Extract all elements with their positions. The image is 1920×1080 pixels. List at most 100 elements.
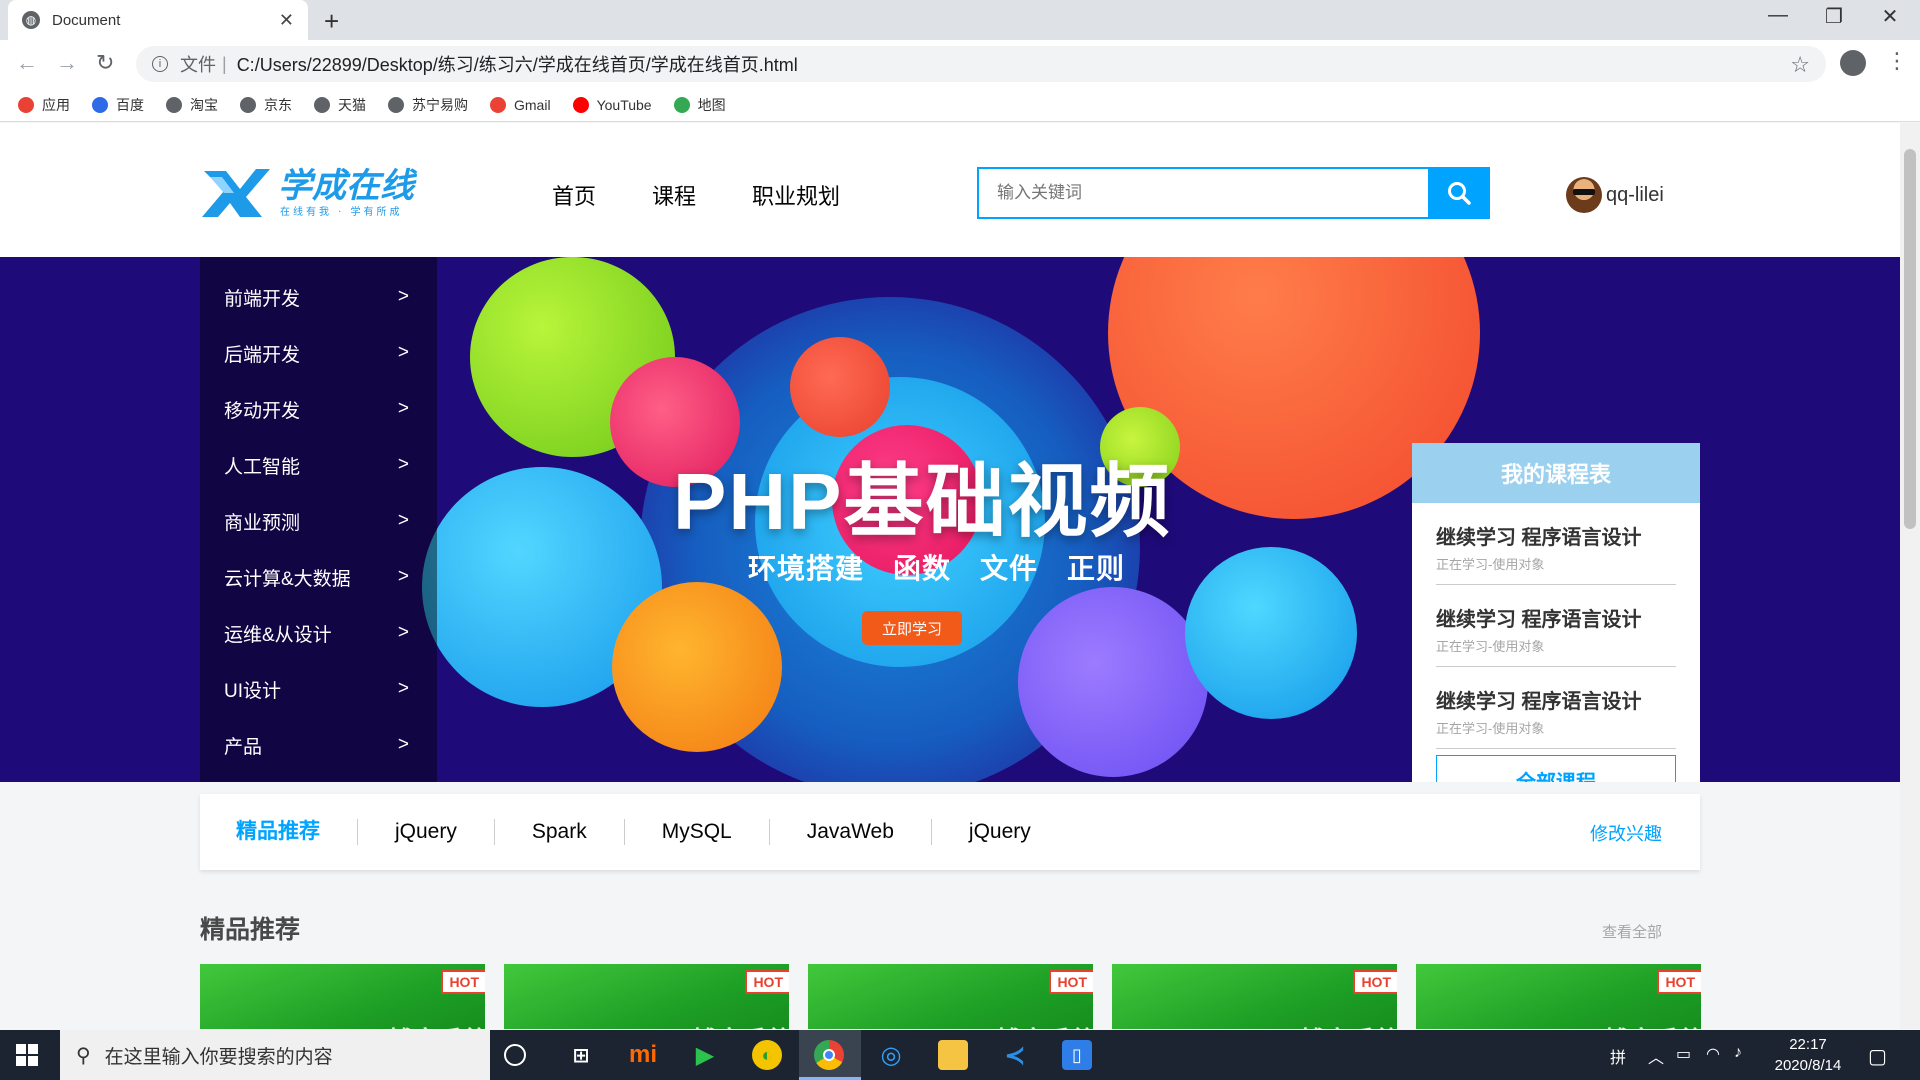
globe-icon xyxy=(388,96,404,113)
page-scrollbar[interactable] xyxy=(1900,123,1920,1029)
course-card-title: Think PHP 5.0博客系统实战 xyxy=(824,1020,1093,1029)
course-card[interactable]: HOT Think PHP 5.0博客系统实战 xyxy=(504,964,789,1029)
category-item-2[interactable]: 移动开发 > xyxy=(200,381,437,437)
globe-icon xyxy=(240,96,256,113)
course-list-item[interactable]: 继续学习 程序语言设计 正在学习-使用对象 xyxy=(1436,503,1676,585)
bookmark-5[interactable]: 苏宁易购 xyxy=(388,95,468,115)
network-icon[interactable]: ◠ xyxy=(1706,1044,1720,1064)
minimize-button[interactable]: — xyxy=(1758,4,1798,27)
course-card[interactable]: HOT Think PHP 5.0博客系统实战 xyxy=(1416,964,1701,1029)
category-item-4[interactable]: 商业预测 > xyxy=(200,493,437,549)
edit-interests-link[interactable]: 修改兴趣 xyxy=(1590,820,1662,846)
paw-icon xyxy=(92,96,108,113)
bookmark-0[interactable]: 应用 xyxy=(18,95,70,115)
user-profile[interactable]: qq-lilei xyxy=(1566,177,1664,213)
browser-toolbar: ← → ↻ i 文件 | C:/Users/22899/Desktop/练习/练… xyxy=(0,40,1920,88)
globe-icon xyxy=(314,96,330,113)
course-item-title: 继续学习 程序语言设计 xyxy=(1436,691,1642,713)
nav-home[interactable]: 首页 xyxy=(552,179,596,211)
reload-button[interactable]: ↻ xyxy=(96,50,114,76)
clock-time: 22:17 xyxy=(1789,1036,1827,1053)
logo-text: 学成在线 xyxy=(278,166,418,206)
bookmark-3[interactable]: 京东 xyxy=(240,95,292,115)
category-item-5[interactable]: 云计算&大数据 > xyxy=(200,549,437,605)
logo-tagline: 在线有我 · 学有所成 xyxy=(280,205,403,218)
phone-app-icon[interactable]: ▯ xyxy=(1062,1040,1092,1070)
close-window-button[interactable]: ✕ xyxy=(1870,4,1910,29)
tab-jquery[interactable]: jQuery xyxy=(357,819,494,845)
tab-featured[interactable]: 精品推荐 xyxy=(236,819,357,845)
back-button[interactable]: ← xyxy=(16,50,38,76)
course-cards: HOT Think PHP 5.0博客系统实战 HOT Think PHP 5.0博客… xyxy=(200,964,1720,1029)
course-card[interactable]: HOT Think PHP 5.0博客系统实战 xyxy=(808,964,1093,1029)
bookmark-8[interactable]: 地图 xyxy=(673,95,726,115)
category-item-8[interactable]: 产品 > xyxy=(200,717,437,773)
category-item-0[interactable]: 前端开发 > xyxy=(200,269,437,325)
file-explorer-icon[interactable] xyxy=(938,1040,968,1070)
browser-tab[interactable]: ◍ Document ✕ xyxy=(8,0,308,40)
bookmark-4[interactable]: 天猫 xyxy=(314,95,366,115)
hero-banner[interactable]: 前端开发 > 后端开发 > 移动开发 > 人工智能 > 商业预测 > 云计算&大数据 > 运维&从设计 >… xyxy=(0,257,1900,782)
tray-expand-icon[interactable]: ︿ xyxy=(1648,1044,1664,1068)
battery-icon[interactable]: ▭ xyxy=(1676,1044,1691,1064)
course-list-item[interactable]: 继续学习 程序语言设计 正在学习-使用对象 xyxy=(1436,585,1676,667)
task-view-icon[interactable]: ⊞ xyxy=(566,1040,596,1070)
start-learning-button[interactable]: 立即学习 xyxy=(862,611,962,645)
maps-icon xyxy=(673,96,690,113)
ime-indicator[interactable]: 拼 xyxy=(1610,1044,1626,1068)
category-item-6[interactable]: 运维&从设计 > xyxy=(200,605,437,661)
bookmark-7[interactable]: YouTube xyxy=(572,96,652,113)
video-player-icon[interactable]: ▶ xyxy=(690,1040,720,1070)
vscode-icon[interactable]: ≺ xyxy=(1000,1040,1030,1070)
course-card[interactable]: HOT Think PHP 5.0博客系统实战 xyxy=(1112,964,1397,1029)
bookmark-star-icon[interactable]: ☆ xyxy=(1790,52,1810,78)
mi-app-icon[interactable]: mi xyxy=(628,1040,658,1070)
bookmark-label: Gmail xyxy=(514,96,551,113)
cortana-icon[interactable] xyxy=(504,1044,526,1066)
tab-javaweb[interactable]: JavaWeb xyxy=(768,819,931,845)
search-input[interactable] xyxy=(977,167,1428,219)
bookmark-6[interactable]: Gmail xyxy=(490,96,551,113)
hot-badge: HOT xyxy=(745,970,789,994)
category-item-1[interactable]: 后端开发 > xyxy=(200,325,437,381)
nav-courses[interactable]: 课程 xyxy=(652,179,696,211)
tab-close-icon[interactable]: ✕ xyxy=(279,10,294,31)
scrollbar-thumb[interactable] xyxy=(1904,149,1916,529)
tab-mysql[interactable]: MySQL xyxy=(623,819,769,845)
restore-button[interactable]: ❐ xyxy=(1814,4,1854,29)
site-logo[interactable]: 学成在线 在线有我 · 学有所成 xyxy=(200,163,445,219)
tab-jquery-2[interactable]: jQuery xyxy=(930,819,1068,845)
browser-app-icon[interactable]: ◎ xyxy=(876,1040,906,1070)
course-card[interactable]: HOT Think PHP 5.0博客系统实战 xyxy=(200,964,485,1029)
view-all-link[interactable]: 查看全部 xyxy=(1602,921,1662,942)
taskbar-search[interactable]: ⚲ 在这里输入你要搜索的内容 xyxy=(60,1030,490,1080)
course-card-title: Think PHP 5.0博客系统实战 xyxy=(1128,1020,1397,1029)
profile-icon[interactable] xyxy=(1840,50,1866,76)
chrome-icon[interactable] xyxy=(814,1040,844,1070)
url-text: C:/Users/22899/Desktop/练习/练习六/学成在线首页/学成在… xyxy=(236,55,798,75)
course-list-item[interactable]: 继续学习 程序语言设计 正在学习-使用对象 xyxy=(1436,667,1676,749)
all-courses-button[interactable]: 全部课程 xyxy=(1436,755,1676,782)
search-icon xyxy=(1448,182,1471,205)
category-item-3[interactable]: 人工智能 > xyxy=(200,437,437,493)
bookmark-1[interactable]: 百度 xyxy=(92,95,144,115)
volume-icon[interactable]: ♪ xyxy=(1734,1044,1742,1062)
new-tab-button[interactable]: + xyxy=(324,6,339,37)
system-clock[interactable]: 22:17 2020/8/14 xyxy=(1760,1034,1856,1076)
notification-icon[interactable]: ▢ xyxy=(1868,1044,1887,1069)
category-item-7[interactable]: UI设计 > xyxy=(200,661,437,717)
tab-spark[interactable]: Spark xyxy=(493,819,624,845)
info-icon[interactable]: i xyxy=(152,56,168,72)
banner-bubble xyxy=(1185,547,1357,719)
nav-career[interactable]: 职业规划 xyxy=(752,179,840,211)
bookmark-2[interactable]: 淘宝 xyxy=(166,95,218,115)
address-bar[interactable]: i 文件 | C:/Users/22899/Desktop/练习/练习六/学成在… xyxy=(136,46,1826,82)
app-icon[interactable]: ◐ xyxy=(752,1040,782,1070)
forward-button[interactable]: → xyxy=(56,50,78,76)
browser-menu-icon[interactable]: ⋮ xyxy=(1886,48,1908,74)
banner-title: PHP基础视频 xyxy=(673,457,1172,546)
url-scheme: 文件 xyxy=(180,55,216,75)
windows-start-icon[interactable] xyxy=(16,1044,38,1066)
bookmark-label: 地图 xyxy=(697,96,726,113)
search-button[interactable] xyxy=(1428,167,1490,219)
